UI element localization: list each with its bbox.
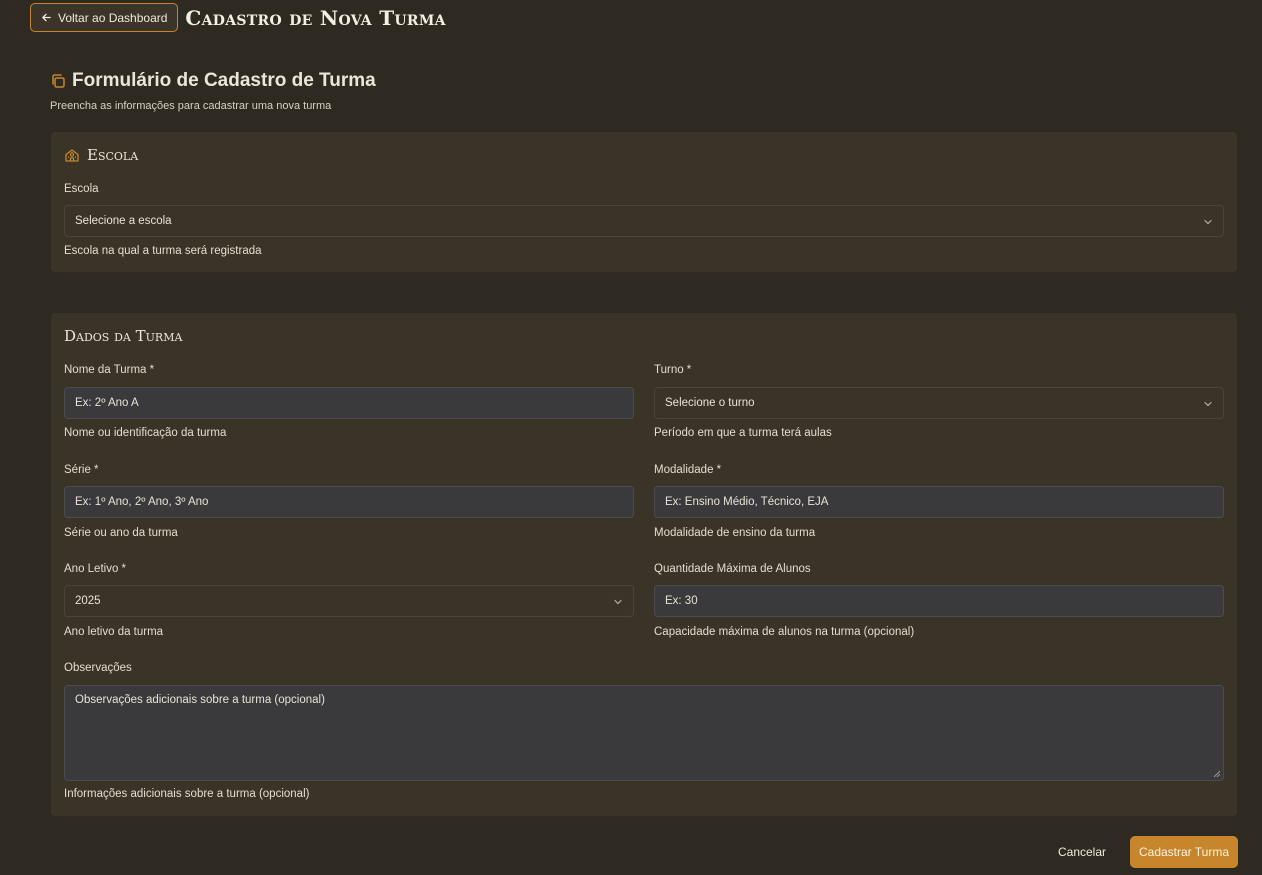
page-title: Cadastro de Nova Turma xyxy=(185,5,446,30)
observacoes-hint: Informações adicionais sobre a turma (op… xyxy=(64,788,310,800)
serie-placeholder: Ex: 1º Ano, 2º Ano, 3º Ano xyxy=(75,496,209,508)
chevron-down-icon xyxy=(1204,219,1212,225)
back-to-dashboard-button[interactable]: Voltar ao Dashboard xyxy=(30,3,179,32)
dados-section-title: Dados da Turma xyxy=(64,327,183,345)
ano-letivo-value: 2025 xyxy=(75,595,101,607)
arrow-left-icon xyxy=(42,13,51,22)
cadastrar-turma-button[interactable]: Cadastrar Turma xyxy=(1130,836,1238,868)
dados-turma-section: Dados da Turma Nome da Turma * Ex: 2º An… xyxy=(51,313,1237,816)
form-subtitle: Preencha as informações para cadastrar u… xyxy=(50,100,332,112)
form-header: Formulário de Cadastro de Turma Preencha… xyxy=(50,70,376,112)
nome-turma-hint: Nome ou identificação da turma xyxy=(64,427,227,439)
observacoes-placeholder: Observações adicionais sobre a turma (op… xyxy=(75,694,325,706)
turno-hint: Período em que a turma terá aulas xyxy=(654,427,832,439)
page: Voltar ao Dashboard Cadastro de Nova Tur… xyxy=(0,0,1262,875)
modalidade-hint: Modalidade de ensino da turma xyxy=(654,527,816,539)
escola-hint: Escola na qual a turma será registrada xyxy=(64,245,262,257)
serie-label: Série * xyxy=(64,464,99,476)
escola-select[interactable]: Selecione a escola xyxy=(64,205,1224,237)
modalidade-input[interactable]: Ex: Ensino Médio, Técnico, EJA xyxy=(654,486,1224,518)
escola-section-title: Escola xyxy=(64,146,138,164)
topbar: Voltar ao Dashboard Cadastro de Nova Tur… xyxy=(30,3,446,32)
chevron-down-icon xyxy=(614,599,622,605)
quantidade-maxima-label: Quantidade Máxima de Alunos xyxy=(654,563,811,575)
nome-turma-label: Nome da Turma * xyxy=(64,364,155,376)
turno-select[interactable]: Selecione o turno xyxy=(654,387,1224,419)
school-icon xyxy=(65,149,79,162)
turno-select-placeholder: Selecione o turno xyxy=(665,397,755,409)
quantidade-maxima-input[interactable]: Ex: 30 xyxy=(654,585,1224,617)
observacoes-label: Observações xyxy=(64,662,132,674)
ano-letivo-hint: Ano letivo da turma xyxy=(64,626,164,638)
modalidade-placeholder: Ex: Ensino Médio, Técnico, EJA xyxy=(665,496,829,508)
modalidade-label: Modalidade * xyxy=(654,464,722,476)
form-title: Formulário de Cadastro de Turma xyxy=(72,70,376,91)
nome-turma-placeholder: Ex: 2º Ano A xyxy=(75,397,139,409)
back-button-label: Voltar ao Dashboard xyxy=(58,10,168,25)
cancel-button[interactable]: Cancelar xyxy=(1050,836,1114,868)
nome-turma-input[interactable]: Ex: 2º Ano A xyxy=(64,387,634,419)
ano-letivo-select[interactable]: 2025 xyxy=(64,585,634,617)
serie-hint: Série ou ano da turma xyxy=(64,527,178,539)
chevron-down-icon xyxy=(1204,401,1212,407)
serie-input[interactable]: Ex: 1º Ano, 2º Ano, 3º Ano xyxy=(64,486,634,518)
copy-icon xyxy=(52,74,65,88)
escola-section-title-text: Escola xyxy=(87,146,139,164)
quantidade-maxima-hint: Capacidade máxima de alunos na turma (op… xyxy=(654,626,915,638)
ano-letivo-label: Ano Letivo * xyxy=(64,563,127,575)
quantidade-maxima-placeholder: Ex: 30 xyxy=(665,595,698,607)
escola-label: Escola xyxy=(64,183,99,195)
escola-section: Escola Escola Selecione a escola Escola … xyxy=(51,132,1237,272)
resize-handle-icon[interactable] xyxy=(1213,770,1221,778)
turno-label: Turno * xyxy=(654,364,692,376)
escola-select-placeholder: Selecione a escola xyxy=(75,215,172,227)
observacoes-textarea[interactable]: Observações adicionais sobre a turma (op… xyxy=(64,685,1224,781)
